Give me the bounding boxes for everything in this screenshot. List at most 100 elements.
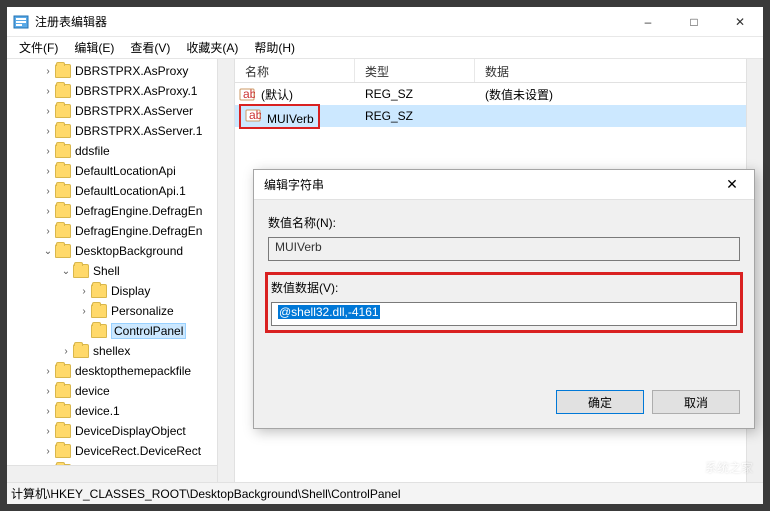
tree-node[interactable]: ›device.1 [11,401,234,421]
tree-node-label: DeviceRect.DeviceRect [75,444,201,458]
value-name: MUIVerb [267,112,314,126]
close-button[interactable]: ✕ [717,8,763,36]
folder-icon [55,164,71,178]
chevron-icon[interactable]: › [77,286,91,297]
tree-node[interactable]: › DBRSTPRX.AsProxy.1 [11,81,234,101]
maximize-button[interactable]: □ [671,8,717,36]
folder-icon [55,424,71,438]
tree-node-label: ddsfile [75,144,110,158]
dialog-title: 编辑字符串 [264,176,710,193]
folder-icon [55,124,71,138]
tree-node[interactable]: ›DefragEngine.DefragEn [11,201,234,221]
tree-node[interactable]: ›DefragEngine.DefragEn [11,221,234,241]
menu-favorites[interactable]: 收藏夹(A) [178,37,246,58]
tree-node[interactable]: › DBRSTPRX.AsServer [11,101,234,121]
tree-node-label: DeviceDisplayObject [75,424,186,438]
tree-node[interactable]: ·ControlPanel [11,321,234,341]
tree-node[interactable]: ›desktopthemepackfile [11,361,234,381]
col-type[interactable]: 类型 [355,59,475,82]
tree-node-label: Shell [93,264,120,278]
chevron-icon[interactable]: › [41,406,55,417]
tree-node[interactable]: ⌄ DesktopBackground [11,241,234,261]
tree-panel: › DBRSTPRX.AsProxy › DBRSTPRX.AsProxy.1 › DBR… [7,59,235,482]
chevron-icon[interactable]: › [59,346,73,357]
folder-icon [55,64,71,78]
folder-icon [55,364,71,378]
chevron-icon[interactable]: › [41,386,55,397]
table-row[interactable]: abMUIVerbREG_SZ [235,105,763,127]
tree-node[interactable]: › DeviceRect.DeviceRect [11,441,234,461]
table-row[interactable]: ab(默认)REG_SZ(数值未设置) [235,83,763,105]
chevron-icon[interactable]: › [77,306,91,317]
folder-icon [55,204,71,218]
minimize-button[interactable]: – [625,8,671,36]
chevron-icon[interactable]: › [41,146,55,157]
value-name: (默认) [261,86,293,103]
tree-node[interactable]: › DBRSTPRX.AsServer.1 [11,121,234,141]
tree-node-label: DBRSTPRX.AsServer.1 [75,124,202,138]
tree-node[interactable]: › DBRSTPRX.AsProxy [11,61,234,81]
ok-button[interactable]: 确定 [556,390,644,414]
folder-icon [91,324,107,338]
tree-node-label: DesktopBackground [75,244,183,258]
menu-edit[interactable]: 编辑(E) [66,37,122,58]
tree-node[interactable]: › DeviceDisplayObject [11,421,234,441]
tree-node-label: ControlPanel [111,323,186,339]
tree-node[interactable]: › shellex [11,341,234,361]
tree-node-label: Display [111,284,150,298]
value-data-label: 数值数据(V): [271,279,737,296]
value-data-input[interactable]: @shell32.dll,-4161 [271,302,737,326]
tree-node[interactable]: › DefaultLocationApi.1 [11,181,234,201]
chevron-icon[interactable]: › [41,166,55,177]
chevron-icon[interactable]: › [41,426,55,437]
tree-node[interactable]: ⌄ Shell [11,261,234,281]
chevron-icon[interactable]: › [41,366,55,377]
chevron-icon[interactable]: › [41,106,55,117]
folder-icon [55,404,71,418]
string-value-icon: ab [239,86,255,102]
svg-text:ab: ab [243,87,255,101]
folder-icon [55,104,71,118]
folder-icon [91,284,107,298]
menu-file[interactable]: 文件(F) [11,37,66,58]
chevron-icon[interactable]: › [41,186,55,197]
tree-node[interactable]: › Display [11,281,234,301]
tree-node[interactable]: › Personalize [11,301,234,321]
tree-node[interactable]: ›device [11,381,234,401]
tree-node-label: shellex [93,344,130,358]
tree-node[interactable]: › ddsfile [11,141,234,161]
tree-node-label: DBRSTPRX.AsProxy [75,64,188,78]
value-name-input[interactable]: MUIVerb [268,237,740,261]
value-type: REG_SZ [355,109,475,123]
dialog-close-button[interactable]: ✕ [710,176,754,193]
tree-scrollbar-v[interactable] [217,59,234,482]
chevron-icon[interactable]: › [41,126,55,137]
list-header: 名称 类型 数据 [235,59,763,83]
cancel-button[interactable]: 取消 [652,390,740,414]
chevron-icon[interactable]: › [41,446,55,457]
window-title: 注册表编辑器 [35,13,625,30]
tree-node-label: DBRSTPRX.AsProxy.1 [75,84,197,98]
menu-view[interactable]: 查看(V) [122,37,178,58]
chevron-icon[interactable]: ⌄ [41,246,55,257]
titlebar: 注册表编辑器 – □ ✕ [7,7,763,37]
menu-help[interactable]: 帮助(H) [246,37,303,58]
folder-icon [73,344,89,358]
menubar: 文件(F) 编辑(E) 查看(V) 收藏夹(A) 帮助(H) [7,37,763,59]
col-name[interactable]: 名称 [235,59,355,82]
chevron-icon[interactable]: › [41,226,55,237]
chevron-icon[interactable]: › [41,206,55,217]
tree-node-label: DefaultLocationApi.1 [75,184,186,198]
chevron-icon[interactable]: › [41,66,55,77]
tree-node-label: DBRSTPRX.AsServer [75,104,193,118]
chevron-icon[interactable]: › [41,86,55,97]
chevron-icon[interactable]: ⌄ [59,266,73,277]
tree-node[interactable]: ›DefaultLocationApi [11,161,234,181]
folder-icon [55,244,71,258]
folder-icon [73,264,89,278]
tree-scrollbar-h[interactable] [7,465,217,482]
tree-node-label: Personalize [111,304,174,318]
watermark: 系统之家 [705,459,753,476]
value-data: (数值未设置) [475,86,763,103]
col-data[interactable]: 数据 [475,59,763,82]
